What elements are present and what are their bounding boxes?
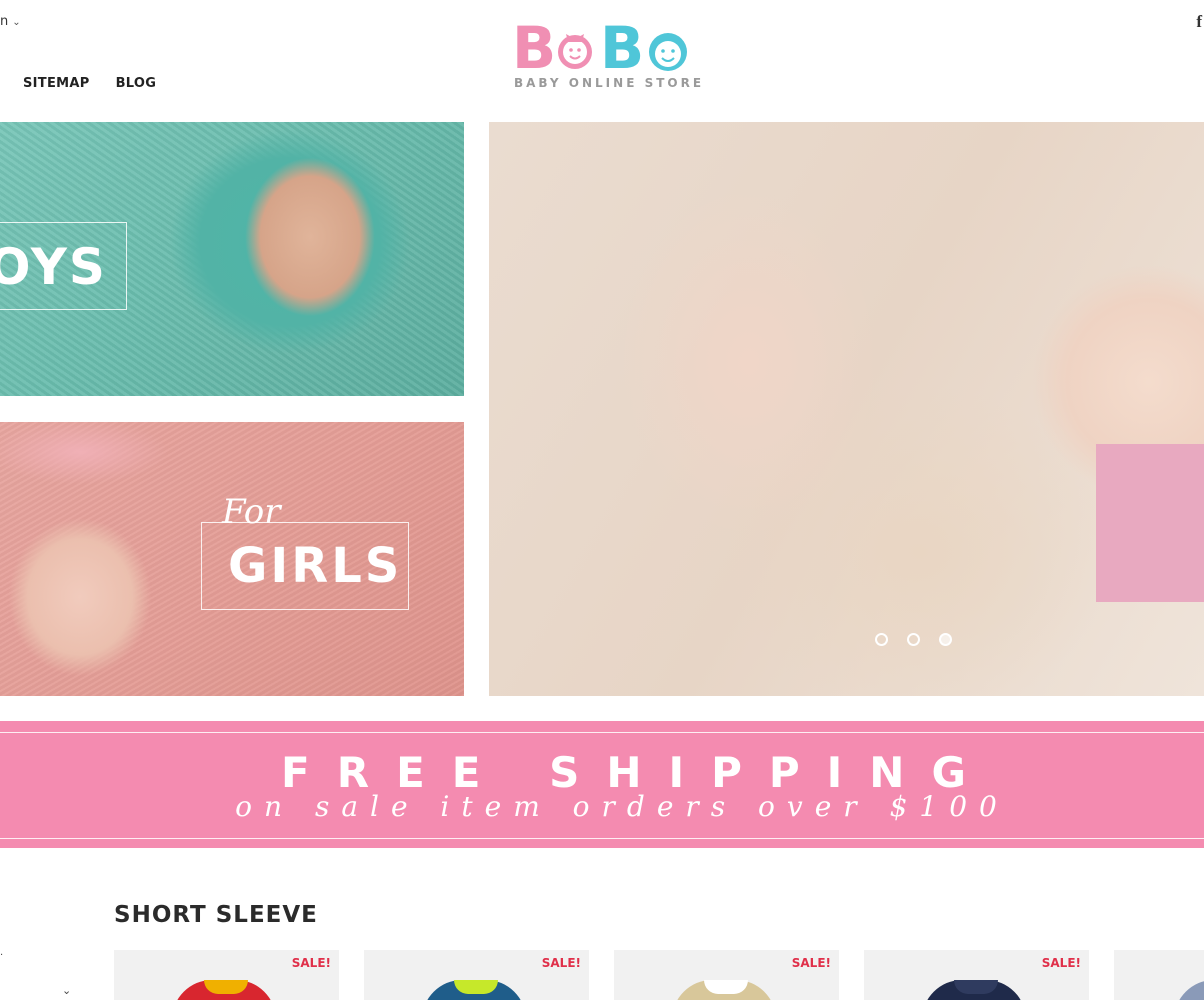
logo-subtitle: BABY ONLINE STORE <box>514 76 705 90</box>
free-shipping-banner: FREE SHIPPING on sale item orders over $… <box>0 721 1204 848</box>
chevron-down-icon[interactable]: ⌄ <box>62 984 71 997</box>
slider-dot-1[interactable] <box>875 633 888 646</box>
slider-dot-2[interactable] <box>907 633 920 646</box>
logo-letter-b2: B <box>600 16 644 76</box>
sale-badge: SALE! <box>291 956 331 970</box>
chevron-down-icon: ⌄ <box>12 17 21 28</box>
nav-sitemap[interactable]: SITEMAP <box>23 76 90 91</box>
slider-dot-3[interactable] <box>939 633 952 646</box>
product-image[interactable] <box>1174 980 1204 1000</box>
divider <box>0 838 1204 839</box>
girls-script-label: For <box>222 492 281 532</box>
hero-slider[interactable] <box>489 122 1204 696</box>
product-list: SALE! SALE! SALE! SALE! <box>114 950 1204 1000</box>
store-logo[interactable]: B B BABY ONLINE STORE <box>512 14 701 96</box>
boys-label: OYS <box>0 238 107 296</box>
girls-label: GIRLS <box>228 538 403 594</box>
hero-caption-block <box>1096 444 1204 602</box>
product-card[interactable]: SALE! <box>864 950 1089 1000</box>
main-nav: SITEMAP BLOG <box>23 76 156 91</box>
sale-badge: SALE! <box>791 956 831 970</box>
promo-subtitle: on sale item orders over $100 <box>235 790 1009 823</box>
sale-badge: SALE! <box>1041 956 1081 970</box>
slider-dots <box>875 633 952 646</box>
girls-banner[interactable]: For GIRLS <box>0 422 464 696</box>
sale-badge: SALE! <box>541 956 581 970</box>
logo-mark: B B <box>512 14 687 82</box>
boys-banner[interactable]: OYS <box>0 122 464 396</box>
nav-blog[interactable]: BLOG <box>116 76 157 91</box>
sidebar-fragment: · <box>0 950 4 961</box>
section-title: SHORT SLEEVE <box>114 902 318 928</box>
facebook-icon[interactable]: f <box>1196 12 1202 32</box>
product-card[interactable]: SALE! <box>614 950 839 1000</box>
girl-face-icon <box>558 34 592 69</box>
language-selector[interactable]: n ⌄ <box>0 14 21 29</box>
boy-face-icon <box>649 33 687 71</box>
logo-letter-b1: B <box>512 16 556 76</box>
product-card[interactable] <box>1114 950 1204 1000</box>
divider <box>0 732 1204 733</box>
product-card[interactable]: SALE! <box>114 950 339 1000</box>
language-label: n <box>0 14 9 29</box>
product-card[interactable]: SALE! <box>364 950 589 1000</box>
